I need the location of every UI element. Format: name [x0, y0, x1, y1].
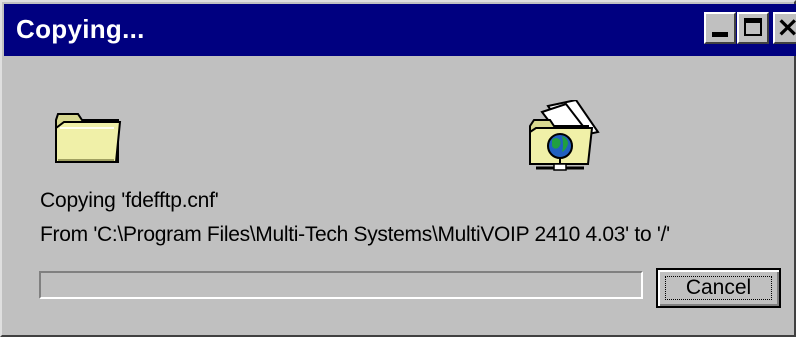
minimize-icon [712, 32, 728, 37]
copy-progress-bar [39, 271, 643, 299]
copy-path-label: From 'C:\Program Files\Multi-Tech System… [40, 223, 670, 246]
cancel-button[interactable]: Cancel [656, 268, 781, 308]
network-folder-icon [529, 100, 600, 171]
maximize-button[interactable] [737, 12, 769, 44]
folder-icon [55, 113, 122, 163]
maximize-icon [744, 18, 762, 36]
close-icon: × [776, 10, 796, 43]
copy-dialog: Copying... × Copying 'fdefftp.cnf' From … [0, 0, 796, 337]
close-button[interactable]: × [773, 10, 796, 44]
copying-file-label: Copying 'fdefftp.cnf' [40, 189, 219, 212]
window-title: Copying... [16, 14, 145, 44]
minimize-button[interactable] [704, 12, 736, 44]
cancel-button-label: Cancel [665, 276, 772, 300]
title-bar[interactable]: Copying... × [4, 4, 796, 56]
